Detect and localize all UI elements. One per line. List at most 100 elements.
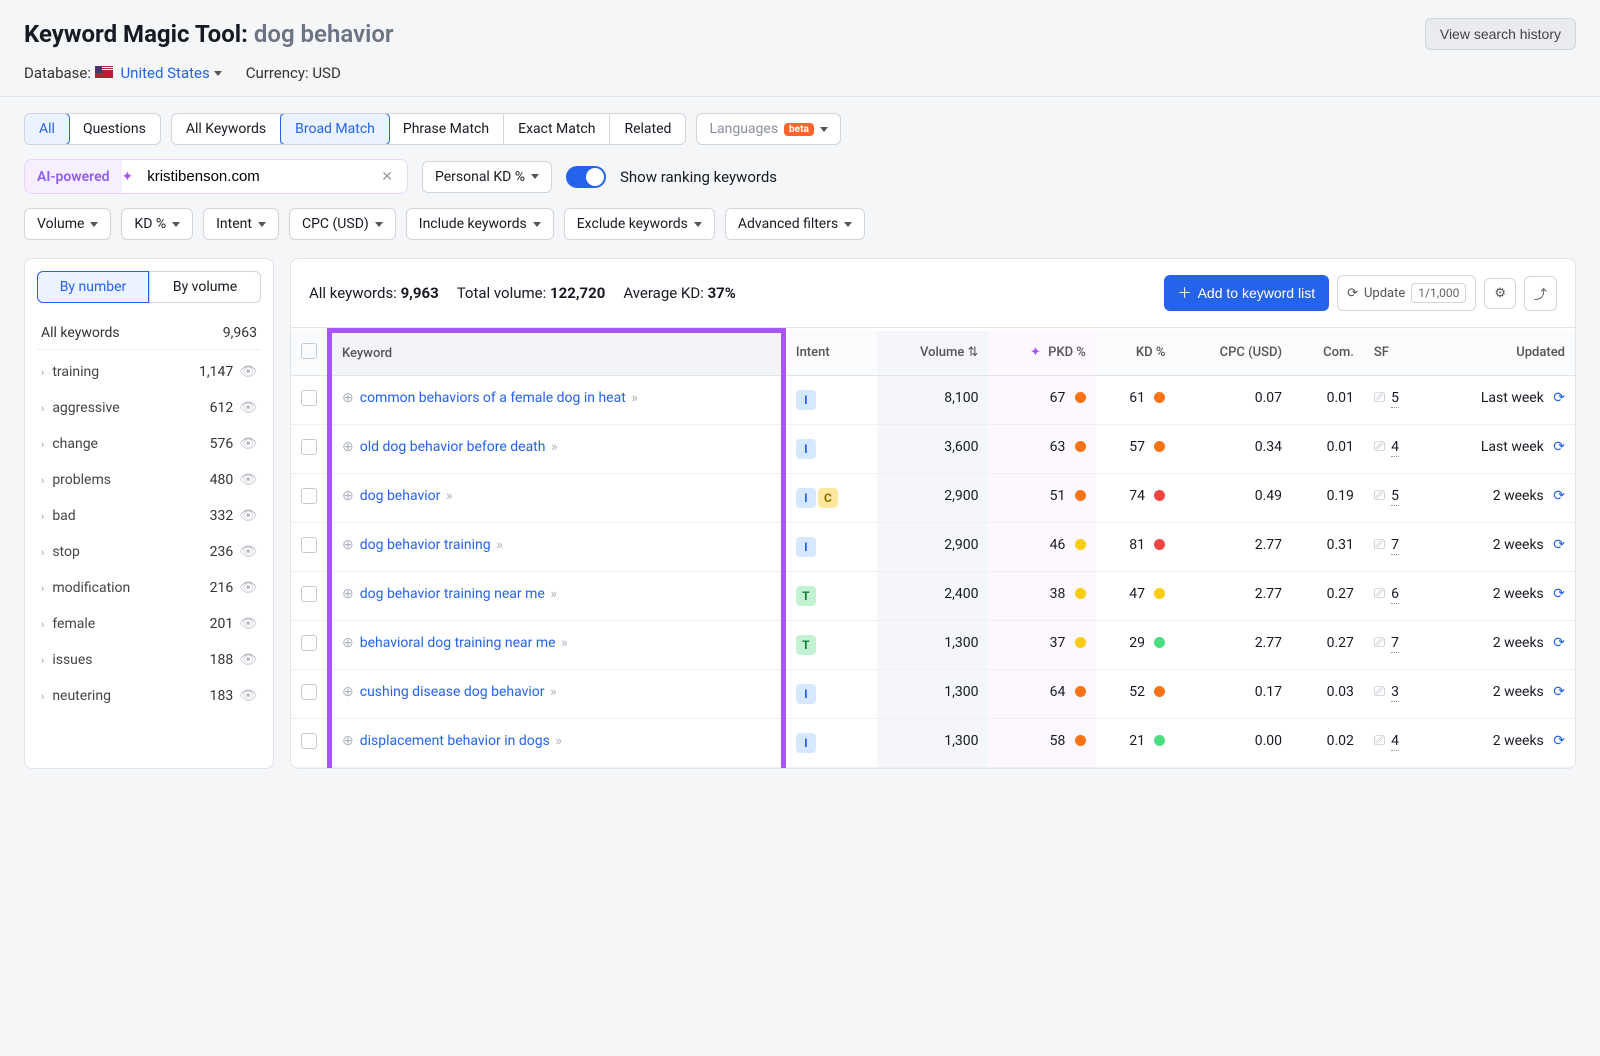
difficulty-dot — [1075, 490, 1086, 501]
serp-preview-icon[interactable]: ⎚ — [1374, 733, 1385, 749]
serp-preview-icon[interactable]: ⎚ — [1374, 488, 1385, 504]
filter-include-keywords[interactable]: Include keywords — [406, 208, 554, 240]
sidebar-group-aggressive[interactable]: ›aggressive612👁 — [37, 390, 261, 426]
col-keyword[interactable]: Keyword — [330, 331, 784, 376]
serp-preview-icon[interactable]: ⎚ — [1374, 537, 1385, 553]
col-sf[interactable]: SF — [1364, 331, 1428, 376]
eye-icon[interactable]: 👁 — [239, 364, 257, 380]
filter-exclude-keywords[interactable]: Exclude keywords — [564, 208, 715, 240]
settings-button[interactable]: ⚙ — [1484, 278, 1516, 309]
personal-kd-dropdown[interactable]: Personal KD % — [422, 161, 552, 193]
match-tab-broad-match[interactable]: Broad Match — [280, 113, 390, 145]
refresh-row-icon[interactable]: ⟳ — [1553, 537, 1565, 553]
eye-icon[interactable]: 👁 — [239, 400, 257, 416]
expand-icon[interactable]: ⊕ — [342, 635, 354, 651]
eye-icon[interactable]: 👁 — [239, 436, 257, 452]
clear-domain-icon[interactable]: ✕ — [377, 169, 397, 185]
update-button[interactable]: ⟳ Update 1/1,000 — [1337, 275, 1476, 311]
row-checkbox[interactable] — [301, 733, 317, 749]
refresh-row-icon[interactable]: ⟳ — [1553, 390, 1565, 406]
serp-preview-icon[interactable]: ⎚ — [1374, 586, 1385, 602]
refresh-row-icon[interactable]: ⟳ — [1553, 488, 1565, 504]
sidebar-group-problems[interactable]: ›problems480👁 — [37, 462, 261, 498]
keyword-link[interactable]: behavioral dog training near me — [360, 635, 556, 651]
row-checkbox[interactable] — [301, 439, 317, 455]
row-checkbox[interactable] — [301, 488, 317, 504]
eye-icon[interactable]: 👁 — [239, 472, 257, 488]
row-checkbox[interactable] — [301, 537, 317, 553]
serp-preview-icon[interactable]: ⎚ — [1374, 439, 1385, 455]
by-number-tab[interactable]: By number — [37, 271, 149, 303]
sidebar-group-stop[interactable]: ›stop236👁 — [37, 534, 261, 570]
row-checkbox[interactable] — [301, 635, 317, 651]
expand-icon[interactable]: ⊕ — [342, 537, 354, 553]
by-volume-tab[interactable]: By volume — [149, 271, 261, 303]
expand-icon[interactable]: ⊕ — [342, 586, 354, 602]
keyword-link[interactable]: dog behavior training near me — [360, 586, 545, 602]
eye-icon[interactable]: 👁 — [239, 652, 257, 668]
col-volume[interactable]: Volume ⇅ — [877, 331, 988, 376]
sidebar-group-neutering[interactable]: ›neutering183👁 — [37, 678, 261, 714]
database-selector[interactable]: Database: United States — [24, 64, 222, 82]
refresh-row-icon[interactable]: ⟳ — [1553, 439, 1565, 455]
refresh-row-icon[interactable]: ⟳ — [1553, 733, 1565, 749]
filter-volume[interactable]: Volume — [24, 208, 111, 240]
refresh-row-icon[interactable]: ⟳ — [1553, 586, 1565, 602]
col-com[interactable]: Com. — [1292, 331, 1364, 376]
filter-advanced-filters[interactable]: Advanced filters — [725, 208, 865, 240]
export-button[interactable]: ⤴ — [1524, 276, 1557, 311]
match-tab-exact-match[interactable]: Exact Match — [504, 114, 610, 144]
expand-icon[interactable]: ⊕ — [342, 390, 354, 406]
eye-icon[interactable]: 👁 — [239, 616, 257, 632]
expand-icon[interactable]: ⊕ — [342, 733, 354, 749]
refresh-row-icon[interactable]: ⟳ — [1553, 635, 1565, 651]
keyword-link[interactable]: cushing disease dog behavior — [360, 684, 545, 700]
all-keywords-group[interactable]: All keywords 9,963 — [37, 317, 261, 350]
sidebar-group-modification[interactable]: ›modification216👁 — [37, 570, 261, 606]
filter-kd-[interactable]: KD % — [121, 208, 193, 240]
eye-icon[interactable]: 👁 — [239, 544, 257, 560]
sidebar-group-training[interactable]: ›training1,147👁 — [37, 354, 261, 390]
col-kd[interactable]: KD % — [1096, 331, 1176, 376]
serp-preview-icon[interactable]: ⎚ — [1374, 390, 1385, 406]
row-checkbox[interactable] — [301, 684, 317, 700]
match-tab-related[interactable]: Related — [610, 114, 685, 144]
chevron-right-icon: › — [41, 474, 44, 487]
match-tab-all-keywords[interactable]: All Keywords — [172, 114, 281, 144]
keyword-link[interactable]: dog behavior training — [360, 537, 491, 553]
ranking-keywords-toggle[interactable] — [566, 166, 606, 188]
col-intent[interactable]: Intent — [783, 331, 877, 376]
serp-preview-icon[interactable]: ⎚ — [1374, 635, 1385, 651]
filter-intent[interactable]: Intent — [203, 208, 279, 240]
sidebar-group-change[interactable]: ›change576👁 — [37, 426, 261, 462]
match-tab-phrase-match[interactable]: Phrase Match — [389, 114, 504, 144]
eye-icon[interactable]: 👁 — [239, 580, 257, 596]
type-tab-questions[interactable]: Questions — [69, 114, 160, 144]
expand-icon[interactable]: ⊕ — [342, 439, 354, 455]
eye-icon[interactable]: 👁 — [239, 688, 257, 704]
refresh-row-icon[interactable]: ⟳ — [1553, 684, 1565, 700]
keyword-link[interactable]: dog behavior — [360, 488, 441, 504]
sidebar-group-issues[interactable]: ›issues188👁 — [37, 642, 261, 678]
languages-dropdown[interactable]: Languages beta — [696, 113, 840, 145]
expand-icon[interactable]: ⊕ — [342, 684, 354, 700]
serp-preview-icon[interactable]: ⎚ — [1374, 684, 1385, 700]
expand-icon[interactable]: ⊕ — [342, 488, 354, 504]
sidebar-group-female[interactable]: ›female201👁 — [37, 606, 261, 642]
eye-icon[interactable]: 👁 — [239, 508, 257, 524]
domain-input[interactable] — [137, 160, 377, 193]
sidebar-group-bad[interactable]: ›bad332👁 — [37, 498, 261, 534]
keyword-link[interactable]: old dog behavior before death — [360, 439, 546, 455]
type-tab-all[interactable]: All — [24, 113, 70, 145]
row-checkbox[interactable] — [301, 390, 317, 406]
keyword-link[interactable]: common behaviors of a female dog in heat — [360, 390, 626, 406]
view-history-button[interactable]: View search history — [1425, 18, 1576, 50]
col-cpc[interactable]: CPC (USD) — [1175, 331, 1292, 376]
select-all-checkbox[interactable] — [301, 343, 317, 359]
col-pkd[interactable]: ✦ PKD % — [988, 331, 1095, 376]
add-to-keyword-list-button[interactable]: ＋ Add to keyword list — [1164, 275, 1330, 311]
keyword-link[interactable]: displacement behavior in dogs — [360, 733, 550, 749]
filter-cpc-usd-[interactable]: CPC (USD) — [289, 208, 396, 240]
row-checkbox[interactable] — [301, 586, 317, 602]
col-updated[interactable]: Updated — [1428, 331, 1575, 376]
